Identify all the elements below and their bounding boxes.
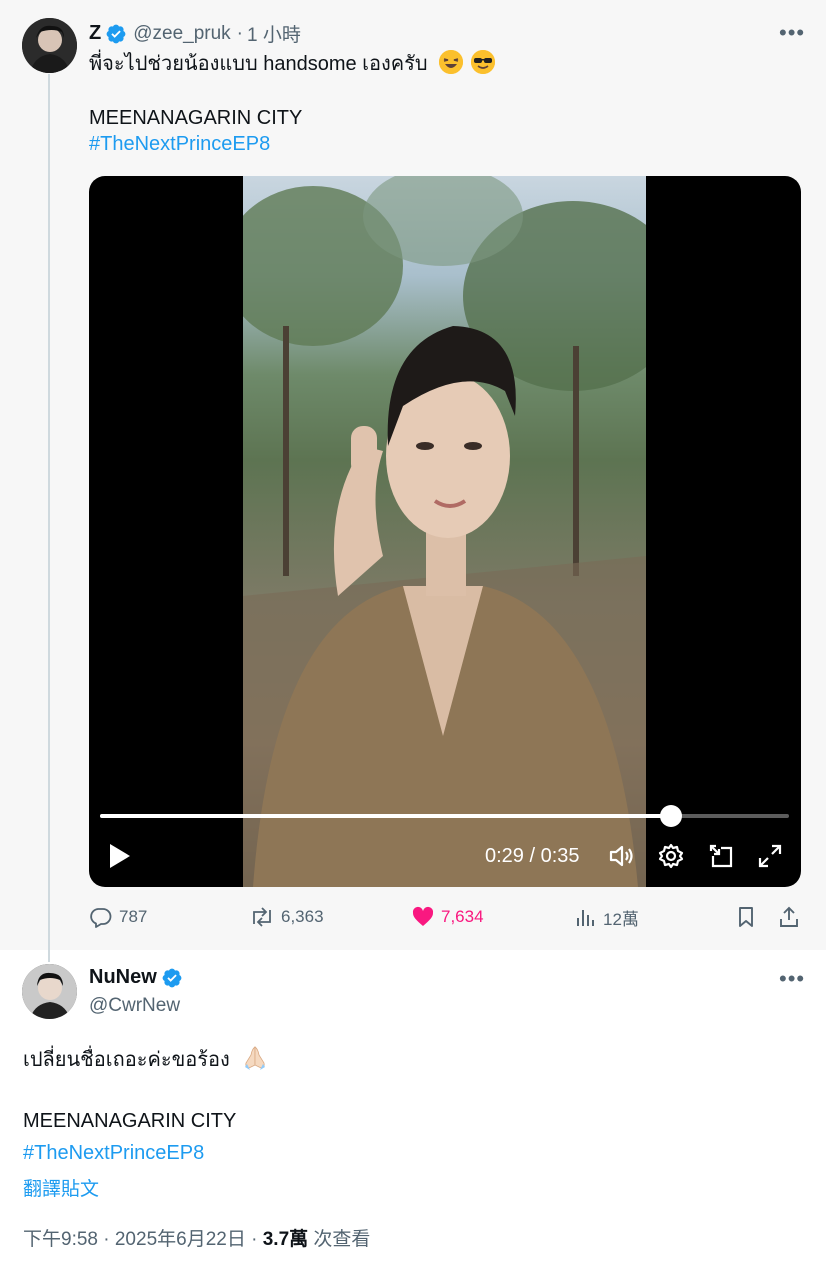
tweet-header: NuNew xyxy=(89,966,183,989)
share-icon xyxy=(780,906,798,927)
views-button[interactable]: 12萬 xyxy=(575,905,639,930)
reply-icon xyxy=(90,908,112,928)
translate-post-link[interactable]: 翻譯貼文 xyxy=(23,1174,99,1201)
video-time: 0:29 / 0:35 xyxy=(485,845,580,867)
verified-badge-icon xyxy=(161,967,183,989)
tweet-text: เปลี่ยนชื่อเถอะค่ะขอร้อง xyxy=(23,1049,230,1071)
tweet-actions-bar: 787 6,363 7,634 12萬 xyxy=(89,903,801,935)
tweet-text-line: พี่จะไปช่วยน้องแบบ handsome เองครับ xyxy=(89,50,495,78)
like-count: 7,634 xyxy=(441,907,484,926)
reply-count: 787 xyxy=(119,907,148,926)
verified-badge-icon xyxy=(105,23,127,45)
separator: · xyxy=(236,22,243,44)
picture-in-picture-icon[interactable] xyxy=(707,842,735,870)
volume-icon[interactable] xyxy=(607,842,635,870)
avatar[interactable] xyxy=(22,18,77,73)
heart-icon xyxy=(412,906,434,926)
post-time[interactable]: 1 小時 xyxy=(247,20,301,47)
repost-button[interactable]: 6,363 xyxy=(249,905,324,929)
reply-button[interactable]: 787 xyxy=(89,905,147,929)
video-player[interactable]: 0:29 / 0:35 xyxy=(89,176,801,887)
folded-hands-icon xyxy=(241,1043,269,1079)
tweet-text-location: MEENANAGARIN CITY xyxy=(89,107,303,129)
grinning-squinting-face-icon xyxy=(439,50,464,74)
video-progress-fill xyxy=(100,814,671,818)
tweet-text-line: เปลี่ยนชื่อเถอะค่ะขอร้อง xyxy=(23,1043,269,1079)
display-name[interactable]: Z xyxy=(89,22,101,45)
more-options-icon[interactable]: ••• xyxy=(779,22,805,44)
video-frame[interactable] xyxy=(243,176,646,887)
avatar[interactable] xyxy=(22,964,77,1019)
parent-tweet[interactable]: Z @zee_pruk · 1 小時 ••• พี่จะไปช่วยน้องแบ… xyxy=(0,0,826,962)
sunglasses-face-icon xyxy=(470,50,495,74)
thread-connector-line xyxy=(48,74,50,962)
user-handle[interactable]: @CwrNew xyxy=(89,995,180,1017)
display-name[interactable]: NuNew xyxy=(89,966,157,989)
repost-icon xyxy=(253,907,271,927)
tweet-meta: 下午9:58 · 2025年6月22日 · 3.7萬 次查看 xyxy=(23,1224,370,1251)
more-options-icon[interactable]: ••• xyxy=(779,968,805,990)
video-progress-bar[interactable] xyxy=(100,805,789,827)
tweet-text-location: MEENANAGARIN CITY xyxy=(23,1110,237,1132)
user-handle[interactable]: @zee_pruk xyxy=(133,23,230,45)
views-label: 次查看 xyxy=(308,1229,371,1250)
analytics-bar-icon xyxy=(577,909,594,926)
handle-line: @CwrNew xyxy=(89,995,180,1017)
repost-count: 6,363 xyxy=(281,907,324,926)
views-count: 3.7萬 xyxy=(262,1229,309,1250)
tweet-text: พี่จะไปช่วยน้องแบบ handsome เองครับ xyxy=(89,53,428,75)
settings-gear-icon[interactable] xyxy=(657,842,685,870)
bookmark-button[interactable] xyxy=(735,905,763,929)
bookmark-icon xyxy=(739,907,753,927)
view-count: 12萬 xyxy=(603,910,639,929)
tweet-header: Z @zee_pruk · 1 小時 xyxy=(89,20,301,47)
share-button[interactable] xyxy=(777,905,807,929)
hashtag-link[interactable]: #TheNextPrinceEP8 xyxy=(23,1140,204,1167)
fullscreen-expand-icon[interactable] xyxy=(756,842,784,870)
like-button[interactable]: 7,634 xyxy=(411,905,484,929)
play-icon[interactable] xyxy=(107,842,133,870)
video-scrubber-handle[interactable] xyxy=(659,805,682,827)
timestamp[interactable]: 下午9:58 · 2025年6月22日 · xyxy=(23,1229,263,1250)
hashtag-link[interactable]: #TheNextPrinceEP8 xyxy=(89,131,270,158)
